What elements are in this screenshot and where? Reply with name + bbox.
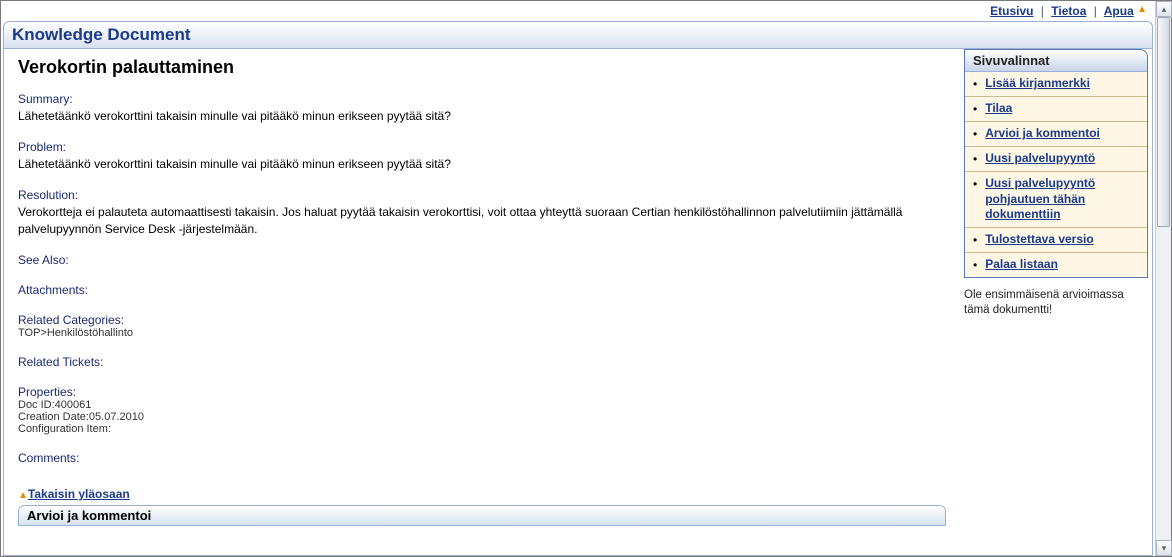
nav-separator: |: [1037, 4, 1048, 18]
related-categories-text: TOP>Henkilöstöhallinto: [18, 327, 946, 339]
top-nav: Etusivu | Tietoa | Apua ▲: [1, 1, 1155, 21]
document-heading: Verokortin palauttaminen: [18, 57, 946, 78]
bullet-icon: •: [973, 126, 977, 142]
creation-date: Creation Date:05.07.2010: [18, 411, 946, 423]
caret-up-icon: ▲: [1137, 4, 1147, 15]
problem-text: Lähetetäänkö verokorttini takaisin minul…: [18, 156, 946, 172]
sidebar: Sivuvalinnat • Lisää kirjanmerkki • Tila…: [960, 49, 1152, 555]
comments-label: Comments:: [18, 451, 946, 465]
resolution-text: Verokortteja ei palauteta automaattisest…: [18, 204, 946, 236]
content-wrap: Verokortin palauttaminen Summary: Lähete…: [3, 49, 1153, 556]
main-content: Verokortin palauttaminen Summary: Lähete…: [4, 49, 960, 555]
scroll-thumb[interactable]: [1157, 17, 1170, 227]
back-to-top: ▲Takaisin yläosaan: [18, 487, 946, 501]
seealso-label: See Also:: [18, 253, 946, 267]
sidebar-box: Sivuvalinnat • Lisää kirjanmerkki • Tila…: [964, 49, 1148, 278]
vertical-scrollbar[interactable]: ▴ ▾: [1155, 1, 1171, 556]
sidebar-footer-text: Ole ensimmäisenä arvioimassa tämä dokume…: [964, 288, 1148, 319]
sidebar-title: Sivuvalinnat: [965, 50, 1147, 72]
sidebar-link[interactable]: Palaa listaan: [985, 257, 1058, 273]
resolution-label: Resolution:: [18, 188, 946, 202]
problem-label: Problem:: [18, 140, 946, 154]
bullet-icon: •: [973, 151, 977, 167]
nav-about-link[interactable]: Tietoa: [1051, 4, 1086, 18]
sidebar-item-printable[interactable]: • Tulostettava versio: [965, 227, 1147, 252]
config-item: Configuration Item:: [18, 423, 946, 435]
nav-help-link[interactable]: Apua: [1104, 4, 1134, 18]
sidebar-link[interactable]: Uusi palvelupyyntö pohjautuen tähän doku…: [985, 176, 1139, 223]
scroll-up-button[interactable]: ▴: [1156, 1, 1172, 17]
related-categories-label: Related Categories:: [18, 313, 946, 327]
bullet-icon: •: [973, 76, 977, 92]
sidebar-item-subscribe[interactable]: • Tilaa: [965, 96, 1147, 121]
review-section-title: Arvioi ja kommentoi: [27, 508, 151, 523]
bullet-icon: •: [973, 232, 977, 248]
bullet-icon: •: [973, 176, 977, 192]
related-tickets-label: Related Tickets:: [18, 355, 946, 369]
summary-text: Lähetetäänkö verokorttini takaisin minul…: [18, 108, 946, 124]
sidebar-list: • Lisää kirjanmerkki • Tilaa • Arvioi ja…: [965, 72, 1147, 277]
sidebar-item-review[interactable]: • Arvioi ja kommentoi: [965, 121, 1147, 146]
sidebar-link[interactable]: Tilaa: [985, 101, 1012, 117]
sidebar-item-new-request[interactable]: • Uusi palvelupyyntö: [965, 146, 1147, 171]
sidebar-link[interactable]: Uusi palvelupyyntö: [985, 151, 1095, 167]
back-to-top-link[interactable]: Takaisin yläosaan: [28, 487, 130, 501]
sidebar-link[interactable]: Arvioi ja kommentoi: [985, 126, 1100, 142]
title-bar: Knowledge Document: [3, 21, 1153, 49]
sidebar-item-bookmark[interactable]: • Lisää kirjanmerkki: [965, 72, 1147, 96]
doc-id: Doc ID:400061: [18, 399, 946, 411]
attachments-label: Attachments:: [18, 283, 946, 297]
sidebar-link[interactable]: Tulostettava versio: [985, 232, 1093, 248]
caret-up-icon: ▲: [18, 490, 28, 501]
nav-home-link[interactable]: Etusivu: [990, 4, 1033, 18]
sidebar-link[interactable]: Lisää kirjanmerkki: [985, 76, 1090, 92]
nav-separator: |: [1090, 4, 1101, 18]
bullet-icon: •: [973, 101, 977, 117]
content-column: Etusivu | Tietoa | Apua ▲ Knowledge Docu…: [1, 1, 1155, 556]
review-section-header: Arvioi ja kommentoi: [18, 505, 946, 526]
sidebar-item-back-to-list[interactable]: • Palaa listaan: [965, 252, 1147, 277]
summary-label: Summary:: [18, 92, 946, 106]
sidebar-item-new-request-based[interactable]: • Uusi palvelupyyntö pohjautuen tähän do…: [965, 171, 1147, 227]
bullet-icon: •: [973, 257, 977, 273]
properties-label: Properties:: [18, 385, 946, 399]
page-title: Knowledge Document: [12, 25, 191, 44]
app-window: Etusivu | Tietoa | Apua ▲ Knowledge Docu…: [0, 0, 1172, 557]
scroll-down-button[interactable]: ▾: [1156, 540, 1172, 556]
